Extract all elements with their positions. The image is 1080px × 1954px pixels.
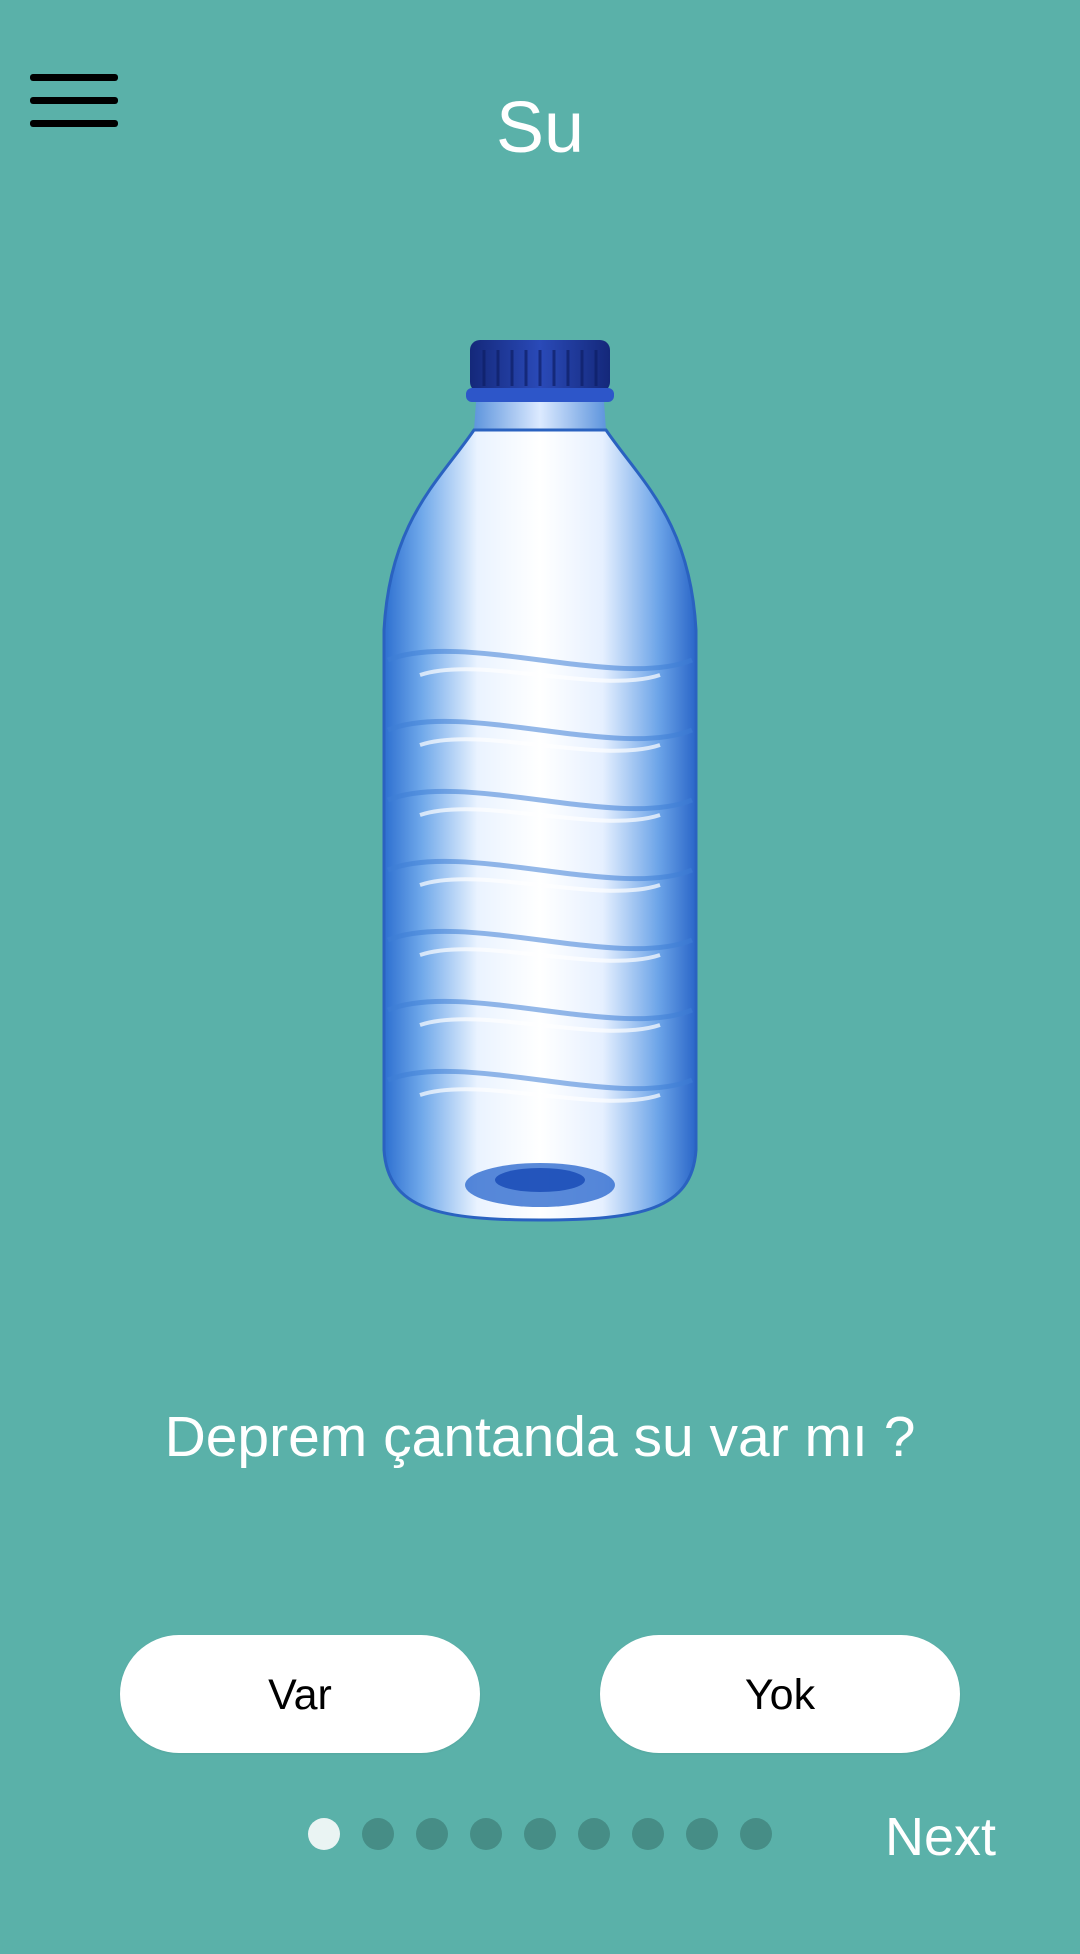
question-text: Deprem çantanda su var mı ?	[164, 1405, 916, 1469]
page-dot	[686, 1818, 718, 1850]
var-button[interactable]: Var	[120, 1635, 480, 1753]
page-dot	[470, 1818, 502, 1850]
page-dot	[740, 1818, 772, 1850]
page-title: Su	[495, 88, 585, 168]
page-dot	[578, 1818, 610, 1850]
menu-bar	[30, 74, 118, 81]
yok-button[interactable]: Yok	[600, 1635, 960, 1753]
page-dot	[416, 1818, 448, 1850]
page-dot	[362, 1818, 394, 1850]
page-dot-active	[308, 1818, 340, 1850]
page-dot	[524, 1818, 556, 1850]
page-indicator	[308, 1818, 772, 1850]
page-dot	[632, 1818, 664, 1850]
next-button[interactable]: Next	[885, 1805, 996, 1869]
water-bottle-image	[382, 340, 698, 1222]
